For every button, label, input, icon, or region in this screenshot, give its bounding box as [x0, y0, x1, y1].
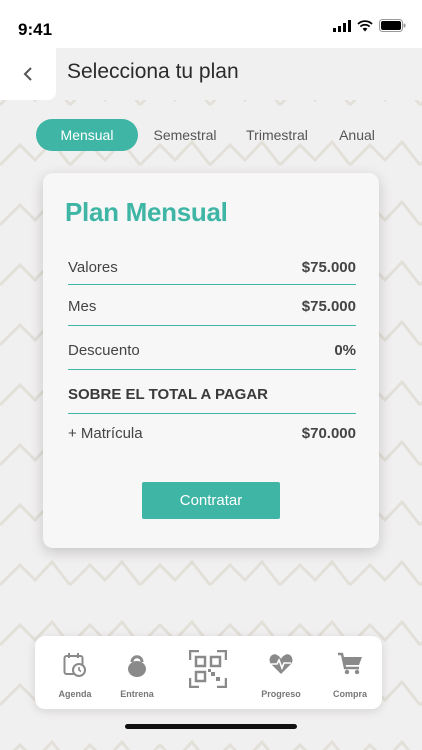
- tab-semestral[interactable]: Semestral: [148, 119, 222, 151]
- nav-qr[interactable]: [178, 646, 238, 698]
- row-descuento: Descuento 0%: [68, 342, 356, 370]
- status-icons: [333, 19, 406, 32]
- page-title: Selecciona tu plan: [67, 60, 239, 83]
- qr-code-icon: [189, 650, 227, 688]
- row-valores: Valores $75.000: [68, 259, 356, 285]
- row-matricula: + Matrícula $70.000: [68, 425, 356, 451]
- nav-label: Agenda: [58, 689, 92, 699]
- nav-label: Entrena: [120, 689, 154, 699]
- plan-period-tabs: Mensual Semestral Trimestral Anual: [36, 119, 406, 151]
- nav-agenda[interactable]: Agenda: [45, 648, 105, 700]
- calendar-clock-icon: [63, 653, 86, 677]
- row-value: $75.000: [301, 259, 356, 276]
- nav-compra[interactable]: Compra: [320, 648, 380, 700]
- row-total-header: SOBRE EL TOTAL A PAGAR: [68, 386, 356, 414]
- plan-title: Plan Mensual: [65, 197, 228, 227]
- wifi-icon: [357, 19, 373, 31]
- row-label: Descuento: [68, 342, 140, 359]
- header: Selecciona tu plan: [0, 48, 422, 100]
- home-indicator: [125, 724, 297, 729]
- heart-pulse-icon: [269, 654, 293, 674]
- row-label: SOBRE EL TOTAL A PAGAR: [68, 386, 269, 403]
- cellular-signal-icon: [333, 19, 351, 32]
- back-button[interactable]: [0, 48, 56, 100]
- kettlebell-icon: [128, 655, 146, 677]
- nav-label: Compra: [332, 689, 367, 699]
- row-mes: Mes $75.000: [68, 298, 356, 326]
- cart-icon: [338, 652, 362, 675]
- row-label: Mes: [68, 298, 97, 315]
- battery-icon: [379, 19, 406, 32]
- plan-card: Plan Mensual Valores $75.000 Mes $75.000…: [43, 173, 379, 548]
- bottom-nav: Agenda Entrena Progreso Compra: [35, 636, 382, 709]
- chevron-left-icon: [23, 67, 32, 81]
- nav-progreso[interactable]: Progreso: [251, 648, 311, 700]
- row-label: + Matrícula: [68, 425, 143, 442]
- tab-mensual[interactable]: Mensual: [36, 119, 138, 151]
- status-bar: 9:41: [0, 0, 422, 48]
- nav-entrena[interactable]: Entrena: [107, 648, 167, 700]
- row-value: $75.000: [301, 298, 356, 315]
- tab-anual[interactable]: Anual: [336, 119, 378, 151]
- row-label: Valores: [68, 259, 118, 276]
- row-value: 0%: [334, 342, 356, 359]
- tab-trimestral[interactable]: Trimestral: [242, 119, 312, 151]
- contratar-button[interactable]: Contratar: [142, 482, 280, 519]
- row-value: $70.000: [301, 425, 356, 442]
- status-time: 9:41: [18, 20, 53, 39]
- nav-label: Progreso: [261, 689, 301, 699]
